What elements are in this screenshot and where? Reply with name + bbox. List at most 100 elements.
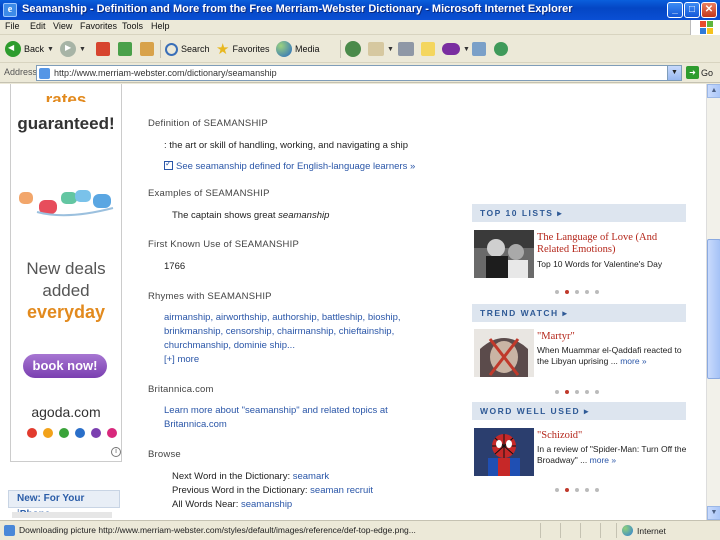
britannica-link[interactable]: Britannica.com [164,419,227,430]
page-loading-icon [4,525,15,536]
home-icon [140,42,154,56]
mail-button[interactable]: ▼ [368,39,394,59]
menu-view[interactable]: View [53,21,72,31]
trend-photo[interactable] [474,329,534,377]
star-icon: ★ [216,41,230,58]
refresh-button[interactable] [118,39,132,59]
stop-button[interactable] [96,39,110,59]
print-button[interactable] [398,39,414,59]
zone-label: Internet [637,525,666,536]
top10-title[interactable]: The Language of Love (And [537,232,657,244]
menu-file[interactable]: File [5,21,20,31]
carousel-dot[interactable] [555,390,559,394]
close-button[interactable]: ✕ [701,2,717,18]
rhymes-line[interactable]: churchmanship, dominie ship... [164,340,295,351]
menu-tools[interactable]: Tools [122,21,143,31]
example-em: seamanship [278,210,330,221]
carousel-dot[interactable] [585,488,589,492]
carousel-dot[interactable] [595,390,599,394]
browse-next-link[interactable]: seamark [293,471,329,482]
address-input[interactable]: http://www.merriam-webster.com/dictionar… [36,65,682,81]
browse-all: All Words Near: seamanship [172,499,292,510]
top10-header[interactable]: TOP 10 LISTS ▸ [472,204,686,222]
carousel-dot[interactable] [565,488,569,492]
messenger-button[interactable]: ▼ [442,39,470,59]
chevron-down-icon[interactable]: ▼ [463,46,470,53]
carousel-dot[interactable] [595,290,599,294]
history-button[interactable] [345,39,361,59]
word-photo[interactable] [474,428,534,476]
go-button[interactable]: ➜ Go [686,66,713,79]
forward-button[interactable]: ▼ [60,39,86,59]
minimize-button[interactable]: _ [667,2,683,18]
carousel-dot[interactable] [575,390,579,394]
chevron-down-icon[interactable]: ▼ [79,46,86,53]
chevron-down-icon[interactable]: ▼ [47,46,54,53]
example-sentence: The captain shows great seamanship [172,210,329,221]
rhymes-line[interactable]: airmanship, airworthship, authorship, ba… [164,312,401,323]
carousel-dot[interactable] [585,390,589,394]
learners-link[interactable]: See seamanship [176,161,247,172]
scroll-down-icon[interactable]: ▼ [707,506,720,520]
favorites-button[interactable]: ★ Favorites [216,39,269,59]
scroll-up-icon[interactable]: ▲ [707,84,720,98]
trend-desc: When Muammar el-Qaddafi reacted to [537,345,682,355]
word-header[interactable]: WORD WELL USED ▸ [472,402,686,420]
carousel-dots[interactable] [555,488,599,492]
rhymes-line[interactable]: brinkmanship, censorship, chairmanship, … [164,326,394,337]
browse-all-link[interactable]: seamanship [241,499,292,510]
rhymes-more-link[interactable]: [+] more [164,354,199,365]
trend-header[interactable]: TREND WATCH ▸ [472,304,686,322]
search-button[interactable]: Search [165,39,210,59]
carousel-dot[interactable] [555,290,559,294]
menu-bar: File Edit View Favorites Tools Help [0,20,720,35]
carousel-dot[interactable] [565,290,569,294]
carousel-dots[interactable] [555,290,599,294]
first-use-heading: First Known Use of SEAMANSHIP [148,239,299,250]
maximize-button[interactable]: □ [684,2,700,18]
home-button[interactable] [140,39,154,59]
word-title[interactable]: "Schizoid" [537,430,582,442]
trend-title[interactable]: "Martyr" [537,331,575,343]
chevron-down-icon[interactable]: ▼ [387,46,394,53]
agoda-ad[interactable]: rates guaranteed! New deals added everyd… [10,84,122,462]
research-button[interactable] [472,39,486,59]
britannica-link[interactable]: Learn more about "seamanship" and relate… [164,405,388,416]
carousel-dot[interactable] [575,488,579,492]
back-button[interactable]: Back ▼ [5,39,54,59]
word-desc: In a review of "Spider-Man: Turn Off the [537,444,687,454]
carousel-dot[interactable] [595,488,599,492]
status-divider [616,523,617,538]
checkbox-icon [164,159,173,170]
forward-arrow-icon [60,41,76,57]
scroll-thumb[interactable] [707,239,720,379]
chevron-down-icon[interactable]: ▼ [667,66,681,80]
windows-flag-icon [690,20,720,35]
ad-info-icon[interactable]: i [111,447,121,457]
browse-prev-link[interactable]: seaman recruit [310,485,373,496]
carousel-dots[interactable] [555,390,599,394]
trend-more-link[interactable]: more » [620,356,646,366]
ad-dot [75,428,85,438]
learners-link-suffix[interactable]: defined for English-language learners » [247,161,415,172]
vertical-scrollbar[interactable]: ▲ ▼ [706,84,720,520]
top10-photo[interactable] [474,230,534,278]
browse-heading: Browse [148,449,181,460]
window-title: Seamanship - Definition and More from th… [22,3,573,15]
contacts-button[interactable] [494,39,508,59]
top10-title[interactable]: Related Emotions) [537,244,615,256]
carousel-dot[interactable] [575,290,579,294]
iphone-promo-link[interactable]: New: For Your iPhone [8,490,120,520]
media-button[interactable]: Media [276,39,320,59]
carousel-dot[interactable] [585,290,589,294]
carousel-dot[interactable] [565,390,569,394]
edit-button[interactable] [421,39,435,59]
menu-edit[interactable]: Edit [30,21,46,31]
carousel-dot[interactable] [555,488,559,492]
menu-help[interactable]: Help [151,21,170,31]
yahoo-icon [442,43,460,55]
word-more-link[interactable]: more » [590,455,616,465]
menu-favorites[interactable]: Favorites [80,21,117,31]
book-now-button[interactable]: book now! [23,354,107,378]
address-url[interactable]: http://www.merriam-webster.com/dictionar… [54,68,277,78]
